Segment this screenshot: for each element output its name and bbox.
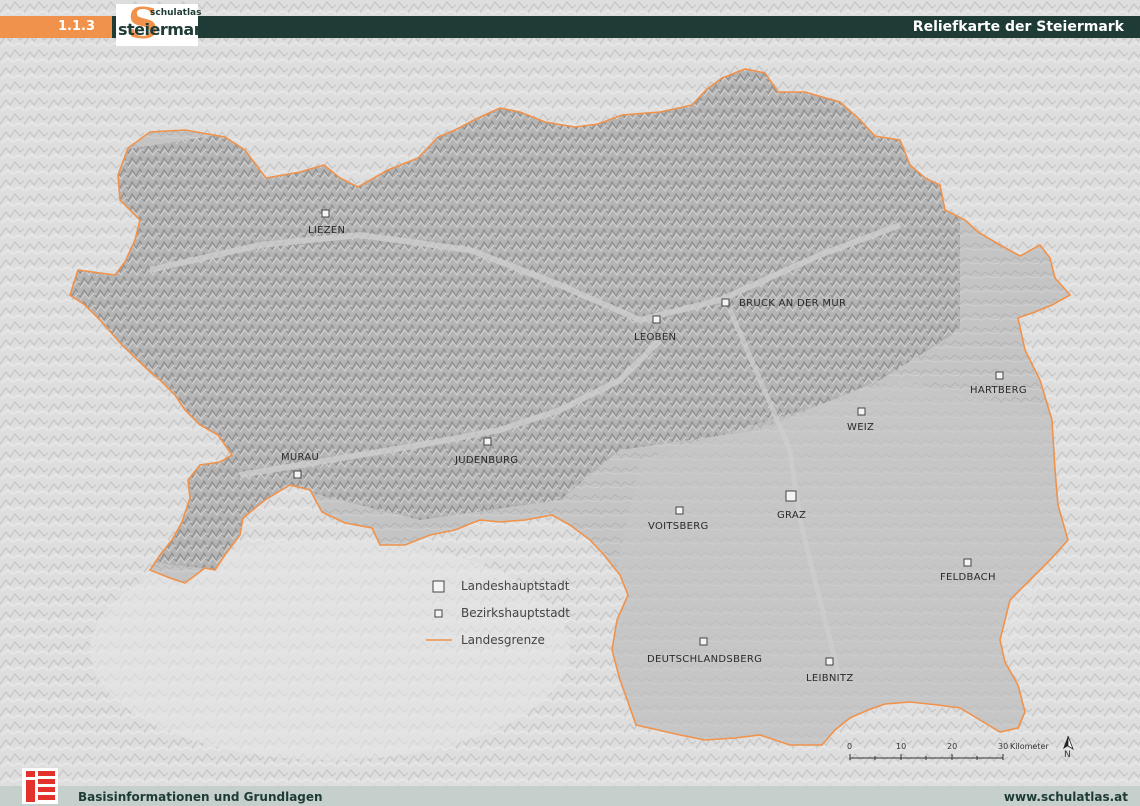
scale-unit: Kilometer	[1010, 742, 1049, 751]
legend-landeshauptstadt: Landeshauptstadt	[461, 579, 570, 593]
scale-tick-20: 20	[947, 742, 958, 751]
city-label-leoben: LEOBEN	[634, 332, 677, 343]
publisher-logo-icon	[22, 768, 58, 804]
scale-tick-30: 30	[998, 742, 1009, 751]
marker-deutschlandsberg	[699, 637, 708, 646]
marker-bruck-an-der-mur	[721, 298, 730, 307]
marker-leoben	[652, 315, 661, 324]
city-label-graz: GRAZ	[777, 510, 807, 521]
logo-steiermark: steiermark	[118, 20, 212, 39]
marker-leibnitz	[825, 657, 834, 666]
city-label-leibnitz: LEIBNITZ	[806, 673, 854, 684]
marker-murau	[293, 470, 302, 479]
relief-map	[0, 0, 1140, 806]
legend-large-square	[432, 580, 445, 593]
scale-tick-10: 10	[896, 742, 907, 751]
city-label-judenburg: JUDENBURG	[455, 455, 519, 466]
city-label-liezen: LIEZEN	[308, 225, 346, 236]
city-label-voitsberg: VOITSBERG	[648, 521, 709, 532]
marker-voitsberg	[675, 506, 684, 515]
legend-bezirkshauptstadt: Bezirkshauptstadt	[461, 606, 570, 620]
city-label-hartberg: HARTBERG	[970, 385, 1027, 396]
marker-graz	[785, 490, 797, 502]
legend-landesgrenze: Landesgrenze	[461, 633, 545, 647]
city-label-feldbach: FELDBACH	[940, 572, 996, 583]
north-label: N	[1064, 750, 1071, 760]
footer-website-link[interactable]: www.schulatlas.at	[1004, 790, 1128, 804]
map-title: Reliefkarte der Steiermark	[912, 19, 1124, 35]
marker-feldbach	[963, 558, 972, 567]
city-label-weiz: WEIZ	[847, 422, 875, 433]
scale-tick-0: 0	[847, 742, 853, 751]
city-label-murau: MURAU	[281, 452, 320, 463]
city-label-deutschlandsberg: DEUTSCHLANDSBERG	[647, 654, 763, 665]
header-orange-block	[0, 16, 112, 38]
map-number: 1.1.3	[58, 19, 96, 34]
marker-judenburg	[483, 437, 492, 446]
footer-section-title: Basisinformationen und Grundlagen	[78, 790, 323, 804]
marker-hartberg	[995, 371, 1004, 380]
marker-weiz	[857, 407, 866, 416]
legend-small-square	[434, 609, 443, 618]
logo-schulatlas: schulatlas	[150, 8, 202, 18]
marker-liezen	[321, 209, 330, 218]
city-label-bruck-an-der-mur: BRUCK AN DER MUR	[739, 298, 847, 309]
